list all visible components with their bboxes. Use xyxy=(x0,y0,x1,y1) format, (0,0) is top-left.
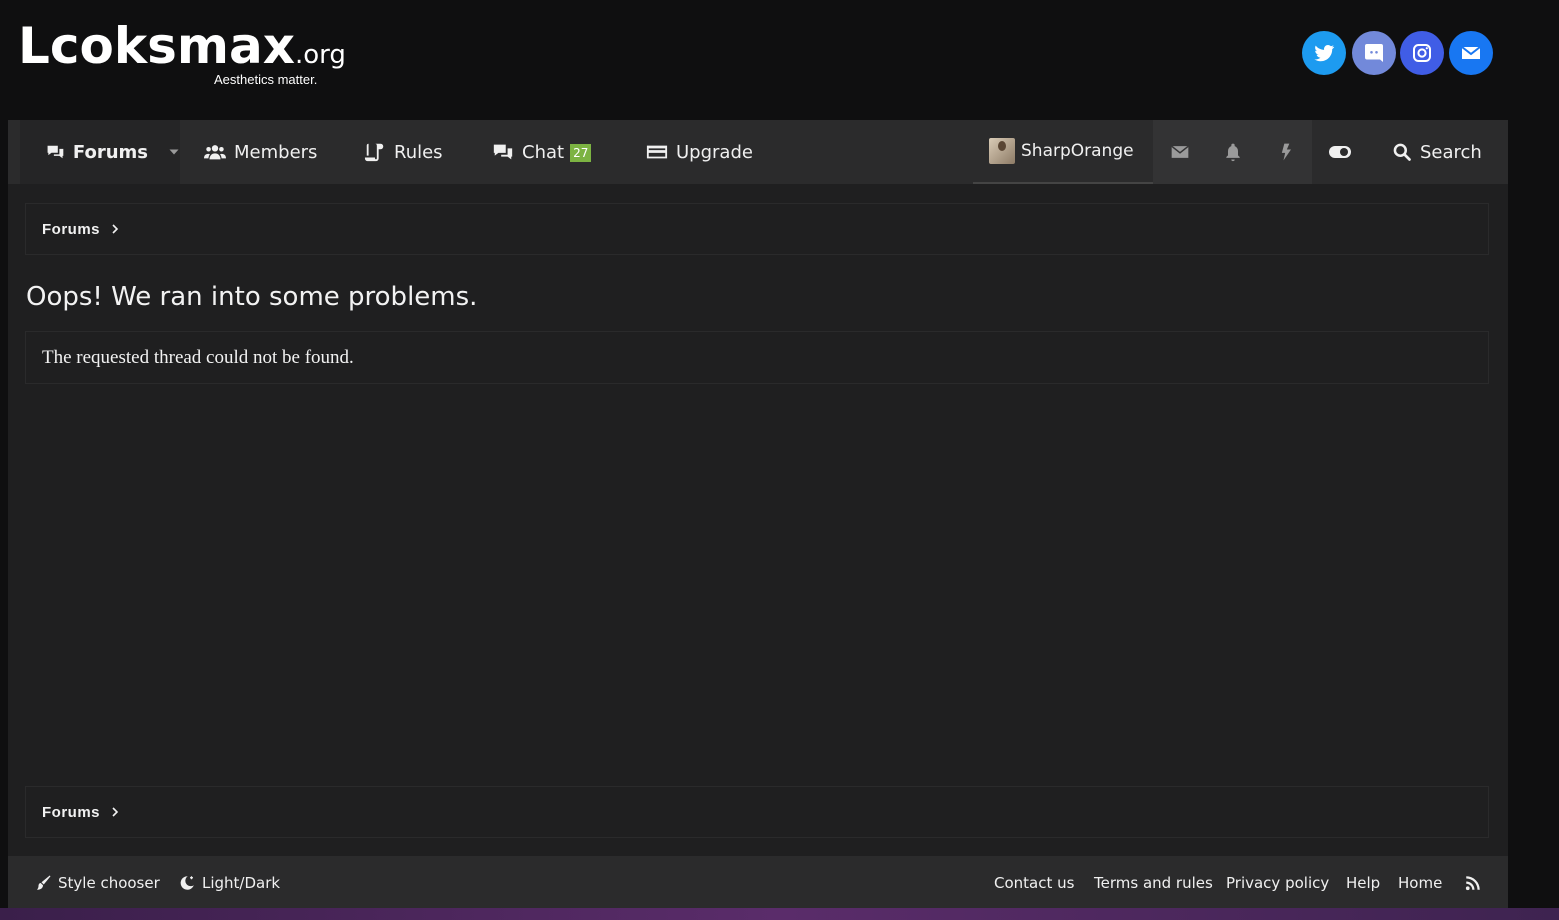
conversations-icon[interactable] xyxy=(1153,120,1206,184)
scroll-icon xyxy=(364,143,384,162)
nav-upgrade[interactable]: Upgrade xyxy=(646,120,753,184)
footer-link-home[interactable]: Home xyxy=(1398,856,1442,910)
users-icon xyxy=(204,145,226,160)
site-logo[interactable]: Lcoksmax.org Aesthetics matter. xyxy=(18,17,346,90)
page-container: Forums Members Rules Chat 27 Upgrade Sha… xyxy=(8,120,1508,920)
light-dark-link[interactable]: Light/Dark xyxy=(178,856,280,910)
chevron-down-icon[interactable] xyxy=(168,145,180,159)
search-button[interactable]: Search xyxy=(1392,120,1482,184)
footer-link-help[interactable]: Help xyxy=(1346,856,1380,910)
nav-chat-label: Chat xyxy=(522,141,565,163)
footer-link-terms[interactable]: Terms and rules xyxy=(1094,856,1213,910)
search-label: Search xyxy=(1420,141,1482,163)
credit-card-icon xyxy=(646,145,668,159)
page-title: Oops! We ran into some problems. xyxy=(26,282,478,312)
nav-bar: Forums Members Rules Chat 27 Upgrade Sha… xyxy=(8,120,1508,184)
avatar xyxy=(989,138,1015,164)
search-icon xyxy=(1393,143,1411,161)
site-header: Lcoksmax.org Aesthetics matter. xyxy=(0,0,1559,120)
logo-text: Lcoksmax xyxy=(18,17,295,75)
footer-link-contact[interactable]: Contact us xyxy=(994,856,1074,910)
user-menu[interactable]: SharpOrange xyxy=(973,120,1153,184)
chevron-right-icon xyxy=(112,807,119,817)
desktop-strip xyxy=(0,908,1559,920)
nav-upgrade-label: Upgrade xyxy=(676,141,753,163)
style-chooser-label: Style chooser xyxy=(58,874,160,892)
rss-icon[interactable] xyxy=(1464,856,1482,910)
bell-icon[interactable] xyxy=(1206,120,1259,184)
username: SharpOrange xyxy=(1021,141,1134,161)
user-icon-group xyxy=(1153,120,1312,184)
theme-toggle-icon[interactable] xyxy=(1312,120,1368,184)
twitter-icon[interactable] xyxy=(1302,31,1346,75)
chevron-right-icon xyxy=(112,224,119,234)
nav-members[interactable]: Members xyxy=(204,120,317,184)
nav-rules-label: Rules xyxy=(394,141,443,163)
breadcrumb-forums[interactable]: Forums xyxy=(42,221,100,238)
breadcrumb: Forums xyxy=(25,203,1489,255)
bolt-icon[interactable] xyxy=(1259,120,1312,184)
chat-icon xyxy=(493,144,513,160)
nav-members-label: Members xyxy=(234,141,318,163)
breadcrumb-bottom: Forums xyxy=(25,786,1489,838)
nav-chat[interactable]: Chat 27 xyxy=(492,120,592,184)
chat-count-badge: 27 xyxy=(570,144,592,162)
style-chooser-link[interactable]: Style chooser xyxy=(34,856,160,910)
footer-link-privacy[interactable]: Privacy policy xyxy=(1226,856,1329,910)
nav-forums-label: Forums xyxy=(72,141,148,163)
discord-icon[interactable] xyxy=(1352,31,1396,75)
logo-tagline: Aesthetics matter. xyxy=(214,72,318,87)
nav-forums[interactable]: Forums xyxy=(20,120,180,184)
light-dark-label: Light/Dark xyxy=(202,874,281,892)
instagram-icon[interactable] xyxy=(1400,31,1444,75)
email-icon[interactable] xyxy=(1449,31,1493,75)
nav-rules[interactable]: Rules xyxy=(364,120,443,184)
moon-icon xyxy=(180,876,194,890)
error-message: The requested thread could not be found. xyxy=(25,331,1489,384)
comments-icon xyxy=(47,145,64,159)
paintbrush-icon xyxy=(37,875,51,890)
site-footer: Style chooser Light/Dark Contact us Term… xyxy=(8,856,1508,910)
breadcrumb-forums-bottom[interactable]: Forums xyxy=(42,804,100,821)
logo-org: .org xyxy=(294,40,346,70)
